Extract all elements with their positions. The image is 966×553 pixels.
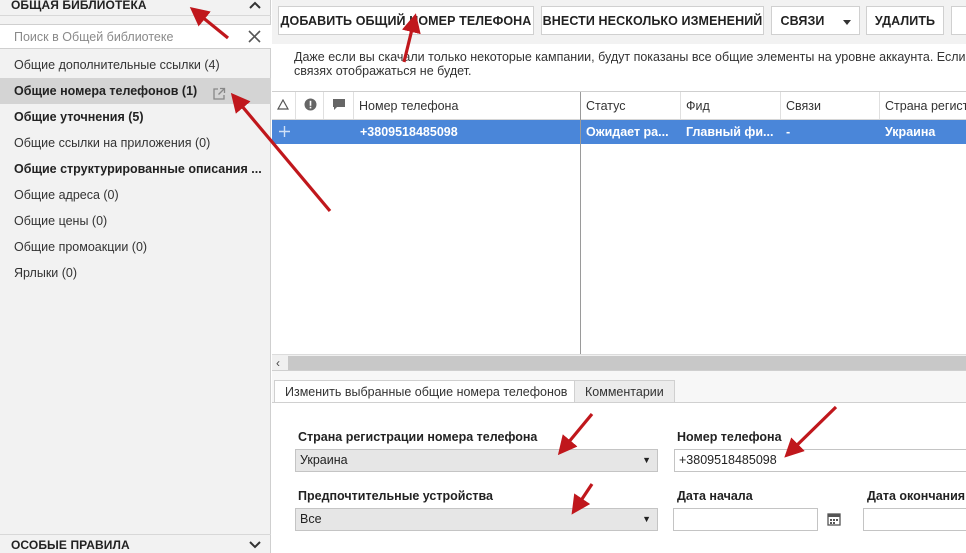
- links-label: СВЯЗИ: [780, 13, 825, 28]
- phone-column-label: Номер телефона: [359, 98, 459, 113]
- links-column-header[interactable]: Связи: [781, 92, 880, 119]
- library-item-phone-numbers[interactable]: Общие номера телефонов (1): [0, 78, 271, 104]
- plus-icon[interactable]: [272, 120, 296, 144]
- multiple-changes-label: ВНЕСТИ НЕСКОЛЬКО ИЗМЕНЕНИЙ: [542, 13, 763, 28]
- comment-icon: [332, 98, 346, 114]
- scroll-left-icon[interactable]: ‹: [276, 356, 280, 370]
- library-item-label: Общие цены (0): [14, 214, 108, 228]
- special-rules-header[interactable]: ОСОБЫЕ ПРАВИЛА: [0, 534, 271, 553]
- phone-numbers-grid: Номер телефона Статус Фид Связи Страна р…: [272, 91, 966, 371]
- calendar-icon[interactable]: [827, 512, 841, 529]
- warnings-column-header[interactable]: [296, 92, 324, 119]
- phone-field[interactable]: +3809518485098: [674, 449, 966, 472]
- edit-form: Страна регистрации номера телефона Украи…: [272, 402, 966, 553]
- library-search-input[interactable]: [0, 25, 230, 48]
- sort-column-header[interactable]: [272, 92, 296, 119]
- external-link-icon[interactable]: [212, 84, 226, 104]
- delete-label: УДАЛИТЬ: [874, 13, 936, 28]
- account-level-notice: Даже если вы скачали только некоторые ка…: [294, 50, 966, 78]
- toolbar: ДОБАВИТЬ ОБЩИЙ НОМЕР ТЕЛЕФОНА ВНЕСТИ НЕС…: [272, 0, 966, 44]
- country-column-header[interactable]: Страна регист: [880, 92, 966, 119]
- dropdown-caret-icon: ▼: [642, 455, 651, 465]
- more-toolbar-button[interactable]: [951, 6, 966, 35]
- library-item-label: Общие адреса (0): [14, 188, 119, 202]
- country-column-label: Страна регист: [885, 98, 966, 113]
- links-button[interactable]: СВЯЗИ: [771, 6, 860, 35]
- end-date-field[interactable]: [863, 508, 966, 531]
- country-select-value: Украина: [300, 453, 348, 467]
- library-item-label: Общие уточнения (5): [14, 110, 144, 124]
- delete-button[interactable]: УДАЛИТЬ: [866, 6, 944, 35]
- row-feed[interactable]: Главный фи...: [681, 120, 781, 144]
- add-shared-phone-label: ДОБАВИТЬ ОБЩИЙ НОМЕР ТЕЛЕФОНА: [280, 13, 532, 28]
- edit-panel: Изменить выбранные общие номера телефоно…: [272, 370, 966, 553]
- shared-library-header[interactable]: ОБЩАЯ БИБЛИОТЕКА: [0, 0, 271, 16]
- tab-edit-label: Изменить выбранные общие номера телефоно…: [285, 385, 568, 399]
- library-item-label: Общие дополнительные ссылки (4): [14, 58, 220, 72]
- tab-comments-label: Комментарии: [585, 384, 664, 399]
- library-item-label: Общие номера телефонов (1): [14, 84, 198, 98]
- library-item-structured-snippets[interactable]: Общие структурированные описания ...: [0, 156, 271, 182]
- frozen-column-divider: [580, 92, 581, 354]
- feed-column-header[interactable]: Фид: [681, 92, 781, 119]
- library-item-label: Общие структурированные описания ...: [14, 162, 262, 176]
- shared-library-title: ОБЩАЯ БИБЛИОТЕКА: [11, 0, 147, 12]
- phone-column-header[interactable]: Номер телефона: [354, 92, 581, 119]
- devices-select-value: Все: [300, 512, 322, 526]
- chevron-down-icon[interactable]: [249, 540, 261, 549]
- library-item-promotions[interactable]: Общие промоакции (0): [0, 234, 271, 260]
- horizontal-scrollbar[interactable]: ‹: [272, 354, 966, 371]
- end-date-label: Дата окончания: [867, 489, 966, 503]
- tab-edit-selected[interactable]: Изменить выбранные общие номера телефоно…: [274, 380, 579, 403]
- row-links[interactable]: -: [781, 120, 880, 144]
- library-item-app-links[interactable]: Общие ссылки на приложения (0): [0, 130, 271, 156]
- country-select[interactable]: Украина ▼: [295, 449, 658, 472]
- comments-column-header[interactable]: [324, 92, 354, 119]
- start-date-label: Дата начала: [677, 489, 753, 503]
- multiple-changes-button[interactable]: ВНЕСТИ НЕСКОЛЬКО ИЗМЕНЕНИЙ: [541, 6, 764, 35]
- devices-select[interactable]: Все ▼: [295, 508, 658, 531]
- row-status[interactable]: Ожидает ра...: [581, 120, 681, 144]
- warning-icon: [304, 98, 317, 114]
- notice-line-2: связях отображаться не будет.: [294, 64, 472, 78]
- feed-column-label: Фид: [686, 98, 710, 113]
- tab-comments[interactable]: Комментарии: [574, 380, 675, 402]
- dropdown-caret-icon: [842, 14, 851, 28]
- links-column-label: Связи: [786, 98, 822, 113]
- scrollbar-thumb[interactable]: [288, 356, 966, 370]
- library-item-label: Общие ссылки на приложения (0): [14, 136, 211, 150]
- library-item-labels[interactable]: Ярлыки (0): [0, 260, 271, 286]
- library-item-prices[interactable]: Общие цены (0): [0, 208, 271, 234]
- sort-triangle-icon: [276, 98, 290, 113]
- close-icon[interactable]: [247, 29, 262, 47]
- add-shared-phone-button[interactable]: ДОБАВИТЬ ОБЩИЙ НОМЕР ТЕЛЕФОНА: [278, 6, 534, 35]
- phone-field-label: Номер телефона: [677, 430, 782, 444]
- library-item-callouts[interactable]: Общие уточнения (5): [0, 104, 271, 130]
- country-field-label: Страна регистрации номера телефона: [298, 430, 538, 444]
- notice-line-1: Даже если вы скачали только некоторые ка…: [294, 50, 966, 64]
- library-list: Общие дополнительные ссылки (4) Общие но…: [0, 52, 271, 286]
- row-country[interactable]: Украина: [880, 120, 966, 144]
- library-search: [0, 24, 271, 49]
- status-column-header[interactable]: Статус: [581, 92, 681, 119]
- row-phone[interactable]: +3809518485098: [355, 120, 580, 144]
- library-item-label: Общие промоакции (0): [14, 240, 148, 254]
- library-item-additional-links[interactable]: Общие дополнительные ссылки (4): [0, 52, 271, 78]
- library-item-label: Ярлыки (0): [14, 266, 78, 280]
- status-column-label: Статус: [586, 98, 626, 113]
- devices-field-label: Предпочтительные устройства: [298, 489, 494, 503]
- shared-library-sidebar: ОБЩАЯ БИБЛИОТЕКА Общие дополнительные сс…: [0, 0, 271, 553]
- phone-field-value: +3809518485098: [679, 453, 777, 467]
- library-item-addresses[interactable]: Общие адреса (0): [0, 182, 271, 208]
- dropdown-caret-icon: ▼: [642, 514, 651, 524]
- chevron-up-icon[interactable]: [249, 1, 261, 9]
- special-rules-title: ОСОБЫЕ ПРАВИЛА: [11, 537, 130, 552]
- start-date-field[interactable]: [673, 508, 818, 531]
